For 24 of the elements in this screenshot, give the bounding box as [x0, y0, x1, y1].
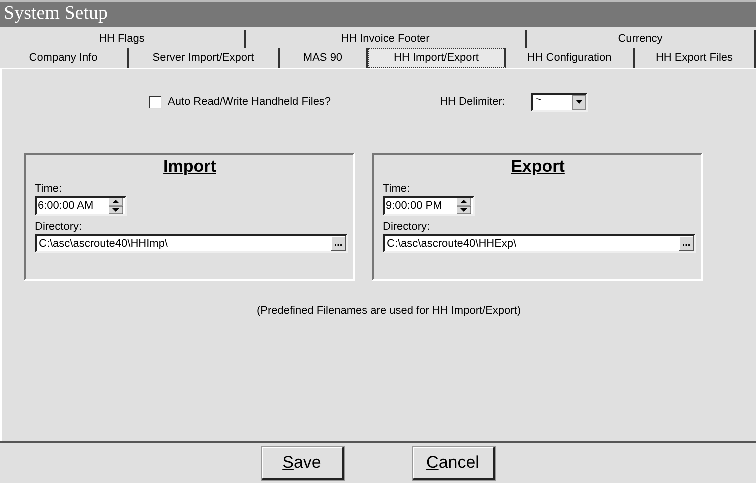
field-label: Time: — [35, 183, 64, 196]
checkbox[interactable] — [149, 96, 162, 108]
info-text: (Predefined Filenames are used for HH Import/Export) — [256, 305, 522, 317]
window-title: System Setup — [0, 0, 756, 27]
delimiter-dropdown[interactable]: ~ — [531, 92, 588, 112]
spinner-arrows-icon[interactable] — [109, 198, 123, 214]
tab[interactable]: HH Import/Export — [368, 48, 506, 68]
dropdown-arrow-icon — [576, 100, 583, 104]
dialog-button[interactable]: Cancel — [412, 446, 494, 480]
dialog-button[interactable]: Save — [262, 446, 344, 480]
directory-field[interactable]: C:\asc\ascroute40\HHExp\ ... — [383, 234, 696, 253]
field-label: Directory: — [383, 221, 432, 234]
spinner-arrows-icon[interactable] — [457, 198, 471, 214]
field-label: Time: — [383, 183, 412, 196]
checkbox-label: Auto Read/Write Handheld Files? — [168, 96, 332, 108]
browse-button[interactable]: ... — [331, 236, 346, 251]
browse-button[interactable]: ... — [679, 236, 694, 251]
time-field[interactable]: 9:00:00 PM — [383, 196, 475, 216]
delimiter-label: HH Delimiter: — [440, 96, 506, 108]
group-title: Import — [164, 157, 216, 177]
field-label: Directory: — [35, 221, 84, 234]
time-field[interactable]: 6:00:00 AM — [35, 196, 127, 216]
group-title: Export — [511, 157, 565, 177]
directory-field[interactable]: C:\asc\ascroute40\HHImp\ ... — [35, 234, 348, 253]
